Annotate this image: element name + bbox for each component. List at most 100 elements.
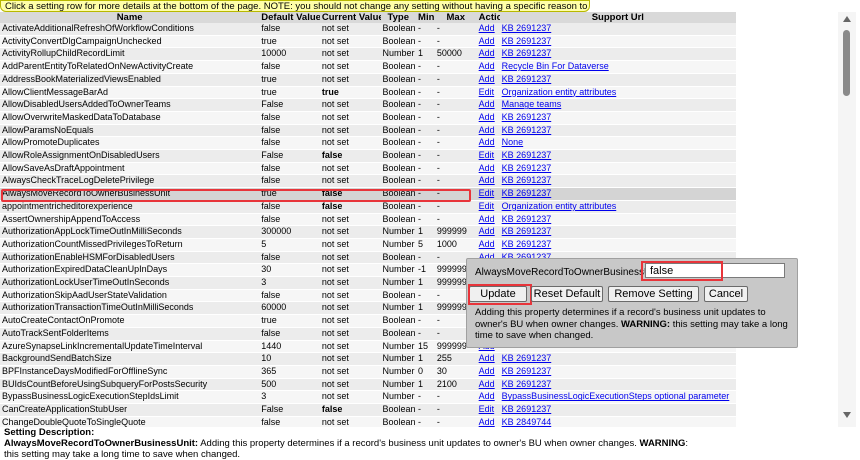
action-link[interactable]: Add: [479, 125, 495, 135]
support-url-link[interactable]: Organization entity attributes: [502, 201, 617, 211]
support-url-link[interactable]: KB 2691237: [502, 353, 552, 363]
table-row[interactable]: appointmentricheditorexperience false fals…: [0, 200, 736, 214]
support-url-link[interactable]: KB 2691237: [502, 112, 552, 122]
settings-table-container[interactable]: Name Default Value Current Value Type Mi…: [0, 12, 838, 427]
table-row[interactable]: AuthorizationAppLockTimeOutInMilliSecond…: [0, 225, 736, 239]
table-row[interactable]: AddressBookMaterializedViewsEnabled true n…: [0, 73, 736, 87]
table-row[interactable]: ChangeDoubleQuoteToSingleQuote false not s…: [0, 416, 736, 427]
action-link-td[interactable]: Add: [476, 23, 500, 36]
support-url-link[interactable]: KB 2691237: [502, 366, 552, 376]
action-link[interactable]: Add: [479, 366, 495, 376]
support-url-link[interactable]: KB 2691237: [502, 125, 552, 135]
action-link[interactable]: Add: [479, 239, 495, 249]
support-url-link[interactable]: KB 2691237: [502, 36, 552, 46]
action-link[interactable]: Add: [479, 175, 495, 185]
action-link[interactable]: Edit: [479, 188, 495, 198]
table-row[interactable]: AllowRoleAssignmentOnDisabledUsers False f…: [0, 149, 736, 163]
support-url-link[interactable]: KB 2691237: [502, 214, 552, 224]
action-link[interactable]: Edit: [479, 150, 495, 160]
support-url-link-td[interactable]: KB 2691237: [499, 187, 736, 201]
support-url-link-td[interactable]: KB 2691237: [499, 149, 736, 163]
support-url-link-td[interactable]: Manage teams: [499, 98, 736, 112]
scrollbar-thumb[interactable]: [843, 30, 850, 96]
table-row[interactable]: AddParentEntityToRelatedOnNewActivityCre…: [0, 60, 736, 74]
action-link[interactable]: Add: [479, 163, 495, 173]
action-link-td[interactable]: Add: [476, 238, 500, 252]
table-row[interactable]: AllowSaveAsDraftAppointment false not set B…: [0, 162, 736, 176]
action-link-td[interactable]: Add: [476, 174, 500, 189]
table-row[interactable]: AllowOverwriteMaskedDataToDatabase false n…: [0, 111, 736, 125]
action-link[interactable]: Edit: [479, 201, 495, 211]
support-url-link[interactable]: Organization entity attributes: [502, 87, 617, 97]
support-url-link-td[interactable]: KB 2691237: [499, 378, 736, 392]
table-row[interactable]: AllowPromoteDuplicates false not set Boolea…: [0, 136, 736, 151]
action-link[interactable]: Add: [479, 417, 495, 427]
action-link[interactable]: Add: [479, 137, 495, 147]
vertical-scrollbar[interactable]: [838, 12, 856, 427]
action-link-td[interactable]: Add: [476, 136, 500, 151]
action-link-td[interactable]: Add: [476, 352, 500, 366]
action-link-td[interactable]: Add: [476, 111, 500, 125]
table-row[interactable]: AssertOwnershipAppendToAccess false not se…: [0, 213, 736, 227]
support-url-link[interactable]: KB 2691237: [502, 175, 552, 185]
action-link-td[interactable]: Edit: [476, 149, 500, 163]
support-url-link-td[interactable]: None: [499, 136, 736, 151]
scroll-up-icon[interactable]: [843, 16, 851, 22]
support-url-link-td[interactable]: KB 2691237: [499, 47, 736, 62]
support-url-link[interactable]: Recycle Bin For Dataverse: [502, 61, 609, 71]
reset-default-button[interactable]: Reset Default: [531, 286, 603, 302]
support-url-link-td[interactable]: KB 2691237: [499, 225, 736, 239]
support-url-link-td[interactable]: KB 2691237: [499, 365, 736, 379]
support-url-link-td[interactable]: KB 2849744: [499, 416, 736, 427]
support-url-link-td[interactable]: KB 2691237: [499, 35, 736, 49]
action-link-td[interactable]: Edit: [476, 86, 500, 100]
action-link-td[interactable]: Add: [476, 60, 500, 74]
action-link-td[interactable]: Add: [476, 124, 500, 138]
action-link[interactable]: Add: [479, 61, 495, 71]
support-url-link[interactable]: BypassBusinessLogicExecutionSteps option…: [502, 391, 730, 401]
support-url-link-td[interactable]: KB 2691237: [499, 238, 736, 252]
action-link[interactable]: Add: [479, 226, 495, 236]
support-url-link[interactable]: KB 2691237: [502, 379, 552, 389]
action-link-td[interactable]: Edit: [476, 187, 500, 201]
support-url-link[interactable]: KB 2691237: [502, 239, 552, 249]
support-url-link-td[interactable]: Organization entity attributes: [499, 200, 736, 214]
action-link[interactable]: Add: [479, 112, 495, 122]
support-url-link[interactable]: Manage teams: [502, 99, 562, 109]
action-link-td[interactable]: Add: [476, 390, 500, 405]
action-link[interactable]: Add: [479, 74, 495, 84]
action-link[interactable]: Add: [479, 48, 495, 58]
support-url-link-td[interactable]: KB 2691237: [499, 111, 736, 125]
support-url-link-td[interactable]: KB 2691237: [499, 403, 736, 417]
support-url-link-td[interactable]: KB 2691237: [499, 174, 736, 189]
table-row[interactable]: AllowParamsNoEquals false not set Boolean - -…: [0, 124, 736, 138]
action-link[interactable]: Add: [479, 99, 495, 109]
support-url-link[interactable]: KB 2691237: [502, 48, 552, 58]
table-row[interactable]: CanCreateApplicationStubUser False false Bo…: [0, 403, 736, 417]
support-url-link[interactable]: KB 2691237: [502, 226, 552, 236]
action-link[interactable]: Add: [479, 379, 495, 389]
support-url-link-td[interactable]: KB 2691237: [499, 162, 736, 176]
support-url-link[interactable]: KB 2691237: [502, 404, 552, 414]
action-link[interactable]: Add: [479, 214, 495, 224]
table-row[interactable]: ActivateAdditionalRefreshOfWorkflowCondi…: [0, 23, 736, 36]
table-row[interactable]: AlwaysCheckTraceLogDeletePrivilege false n…: [0, 174, 736, 189]
table-row[interactable]: AllowDisabledUsersAddedToOwnerTeams False…: [0, 98, 736, 112]
action-link-td[interactable]: Add: [476, 98, 500, 112]
support-url-link[interactable]: KB 2691237: [502, 74, 552, 84]
action-link-td[interactable]: Add: [476, 35, 500, 49]
support-url-link-td[interactable]: Organization entity attributes: [499, 86, 736, 100]
action-link-td[interactable]: Add: [476, 416, 500, 427]
table-row[interactable]: AlwaysMoveRecordToOwnerBusinessUnit true f…: [0, 187, 736, 201]
action-link-td[interactable]: Add: [476, 47, 500, 62]
table-row[interactable]: BypassBusinessLogicExecutionStepIdsLimit…: [0, 390, 736, 405]
table-row[interactable]: BackgroundSendBatchSize 10 not set Number 1 2…: [0, 352, 736, 366]
action-link-td[interactable]: Edit: [476, 403, 500, 417]
support-url-link-td[interactable]: KB 2691237: [499, 73, 736, 87]
action-link-td[interactable]: Add: [476, 213, 500, 227]
support-url-link[interactable]: KB 2691237: [502, 23, 552, 33]
action-link[interactable]: Add: [479, 36, 495, 46]
action-link-td[interactable]: Add: [476, 225, 500, 239]
support-url-link-td[interactable]: KB 2691237: [499, 23, 736, 36]
table-row[interactable]: AllowClientMessageBarAd true true Boolean - -…: [0, 86, 736, 100]
